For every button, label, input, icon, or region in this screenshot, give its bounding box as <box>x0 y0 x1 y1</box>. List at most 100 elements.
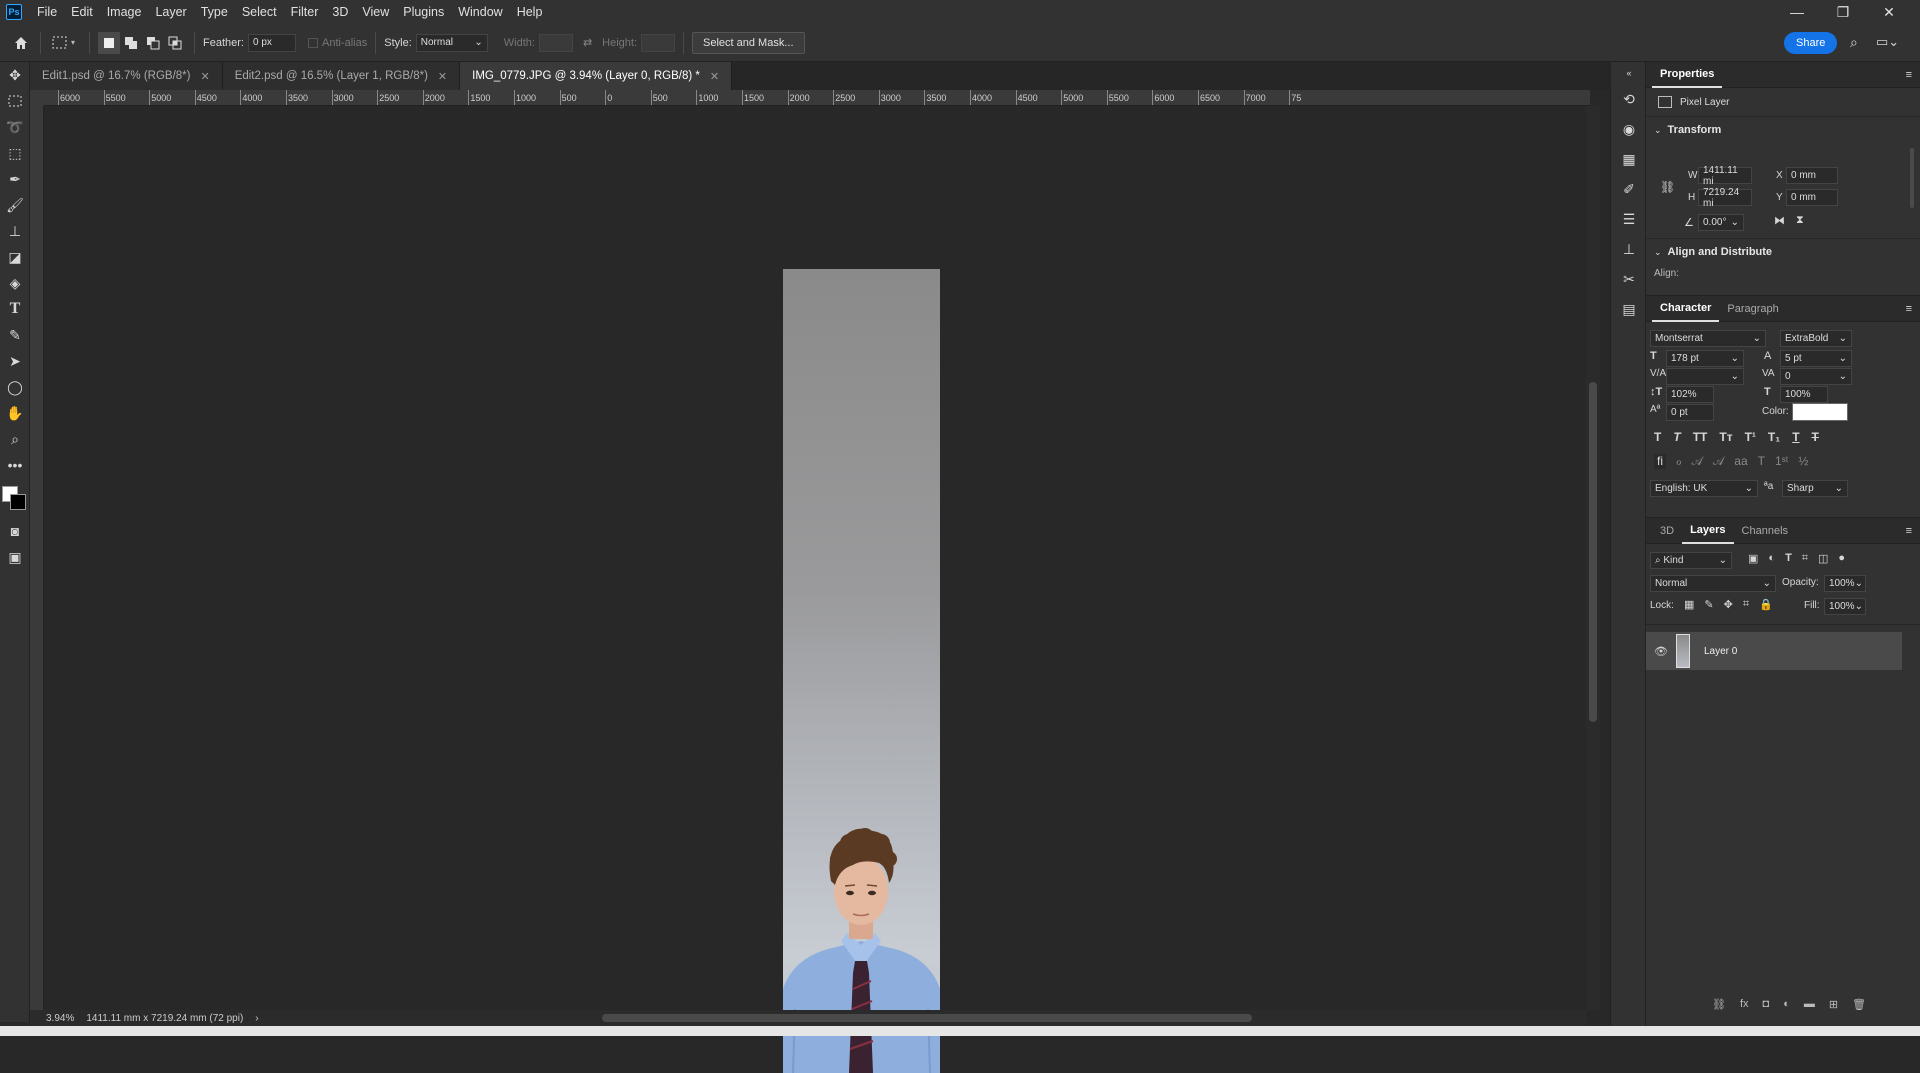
lock-image-icon[interactable]: ✎ <box>1704 598 1713 611</box>
swap-icon[interactable]: ⇄ <box>583 36 592 49</box>
x-field[interactable]: 0 mm <box>1786 167 1838 184</box>
ellipse-tool-icon[interactable]: ◯ <box>0 374 30 400</box>
horizontal-scale-field[interactable]: 100% <box>1780 386 1828 403</box>
libraries-icon[interactable]: ▤ <box>1611 294 1647 324</box>
kerning-field[interactable]: ⌄ <box>1666 368 1744 385</box>
tool-presets-icon[interactable]: ✂ <box>1611 264 1647 294</box>
chevron-down-icon[interactable]: ▾ <box>71 38 75 47</box>
menu-select[interactable]: Select <box>235 0 284 24</box>
menu-image[interactable]: Image <box>100 0 149 24</box>
lasso-tool-icon[interactable]: ➰ <box>0 114 30 140</box>
zoom-level[interactable]: 3.94% <box>46 1013 74 1024</box>
paint-bucket-tool-icon[interactable]: ◈ <box>0 270 30 296</box>
font-size-field[interactable]: 178 pt ⌄ <box>1666 350 1744 367</box>
horizontal-ruler[interactable]: 6000 5500 5000 4500 4000 3500 3000 2500 2000 1500… <box>44 90 1590 106</box>
share-button[interactable]: Share <box>1784 32 1838 54</box>
panel-menu-icon[interactable]: ≡ <box>1906 69 1912 81</box>
filter-smart-object-icon[interactable]: ◫ <box>1818 552 1828 565</box>
feather-input[interactable]: 0 px <box>247 33 296 52</box>
language-select[interactable]: English: UK ⌄ <box>1650 480 1758 497</box>
filter-adjustment-icon[interactable]: ◐ <box>1768 552 1775 565</box>
underline-icon[interactable]: T <box>1792 430 1799 444</box>
lock-all-icon[interactable]: 🔒 <box>1759 598 1773 611</box>
small-caps-icon[interactable]: Tт <box>1719 430 1732 444</box>
menu-filter[interactable]: Filter <box>284 0 326 24</box>
width-input[interactable] <box>538 33 573 52</box>
ordinals-icon[interactable]: 1ˢᵗ <box>1775 454 1788 469</box>
adjustment-layer-icon[interactable]: ◐ <box>1783 998 1790 1011</box>
fractions-icon[interactable]: ½ <box>1798 454 1808 469</box>
object-select-tool-icon[interactable]: ⬚ <box>0 140 30 166</box>
stylistic-alternates-icon[interactable]: 𝒜 <box>1713 454 1724 469</box>
tab-edit1[interactable]: Edit1.psd @ 16.7% (RGB/8*) ✕ <box>30 62 223 90</box>
blend-mode-select[interactable]: Normal ⌄ <box>1650 575 1776 592</box>
close-button[interactable]: ✕ <box>1866 0 1912 24</box>
style-select[interactable]: Normal ⌄ <box>415 33 488 52</box>
menu-file[interactable]: File <box>30 0 64 24</box>
superscript-icon[interactable]: T¹ <box>1745 430 1756 444</box>
baseline-shift-field[interactable]: 0 pt <box>1666 404 1714 421</box>
horizontal-scrollbar[interactable] <box>44 1010 1586 1026</box>
layer-filter-select[interactable]: ⌕ Kind ⌄ <box>1650 552 1732 569</box>
filter-pixel-icon[interactable]: ▣ <box>1748 552 1758 565</box>
document-image[interactable] <box>783 269 940 1073</box>
contextual-alternates-icon[interactable]: T <box>1758 454 1765 469</box>
add-selection-button[interactable] <box>120 32 142 54</box>
font-family-select[interactable]: Montserrat ⌄ <box>1650 330 1766 347</box>
ligatures-icon[interactable]: fi <box>1654 454 1666 469</box>
properties-scrollbar[interactable] <box>1910 148 1914 208</box>
swash-icon[interactable]: 𝒜 <box>1692 454 1703 469</box>
text-color-swatch[interactable] <box>1792 403 1848 421</box>
search-icon[interactable]: ⌕ <box>1850 34 1858 51</box>
menu-help[interactable]: Help <box>510 0 550 24</box>
eye-icon[interactable]: 👁 <box>1654 645 1668 658</box>
panel-menu-icon[interactable]: ≡ <box>1906 303 1912 315</box>
titling-alternates-icon[interactable]: aa <box>1734 454 1747 469</box>
horizontal-scroll-thumb[interactable] <box>602 1014 1252 1022</box>
marquee-preset-button[interactable] <box>49 32 71 54</box>
brush-tool-icon[interactable]: 🖌 <box>0 192 30 218</box>
menu-layer[interactable]: Layer <box>148 0 193 24</box>
vertical-scroll-thumb[interactable] <box>1589 382 1597 722</box>
vertical-ruler[interactable] <box>30 106 44 1016</box>
width-field[interactable]: 1411.11 mi <box>1698 165 1752 187</box>
vertical-scale-field[interactable]: 102% <box>1666 386 1714 403</box>
y-field[interactable]: 0 mm <box>1786 189 1838 206</box>
lock-artboard-icon[interactable]: ⌗ <box>1743 598 1749 611</box>
menu-plugins[interactable]: Plugins <box>396 0 451 24</box>
old-style-icon[interactable]: ℴ <box>1676 454 1682 469</box>
minimize-button[interactable]: — <box>1774 0 1820 24</box>
layer-row[interactable]: 👁 Layer 0 <box>1646 632 1902 670</box>
eyedropper-tool-icon[interactable]: ✒ <box>0 166 30 192</box>
delete-layer-icon[interactable]: 🗑 <box>1852 998 1866 1011</box>
flip-horizontal-icon[interactable]: ⧓ <box>1774 214 1785 227</box>
faux-bold-icon[interactable]: T <box>1654 430 1661 444</box>
home-button[interactable] <box>10 32 32 54</box>
workspace-icon[interactable]: ▭⌄ <box>1876 34 1899 50</box>
tab-edit2[interactable]: Edit2.psd @ 16.5% (Layer 1, RGB/8*) ✕ <box>222 62 461 90</box>
lock-position-icon[interactable]: ✥ <box>1724 598 1733 611</box>
select-and-mask-button[interactable]: Select and Mask... <box>692 31 805 54</box>
brush-settings-icon[interactable]: ✐ <box>1611 174 1647 204</box>
background-color-swatch[interactable] <box>10 494 26 510</box>
filter-shape-icon[interactable]: ⌗ <box>1802 552 1808 565</box>
subtract-selection-button[interactable] <box>142 32 164 54</box>
link-layers-icon[interactable]: ⛓ <box>1712 998 1726 1011</box>
align-section[interactable]: ⌄ Align and Distribute <box>1654 246 1772 258</box>
menu-type[interactable]: Type <box>194 0 235 24</box>
tracking-field[interactable]: 0 ⌄ <box>1780 368 1852 385</box>
chevron-right-icon[interactable]: › <box>255 1013 258 1024</box>
panel-menu-icon[interactable]: ≡ <box>1906 525 1912 537</box>
close-icon[interactable]: ✕ <box>710 70 719 83</box>
fill-field[interactable]: 100% ⌄ <box>1824 598 1866 615</box>
zoom-tool-icon[interactable]: ⌕ <box>0 426 30 452</box>
adjustments-icon[interactable]: ☰ <box>1611 204 1647 234</box>
hand-tool-icon[interactable]: ✋ <box>0 400 30 426</box>
height-field[interactable]: 7219.24 mi <box>1698 187 1752 209</box>
type-tool-icon[interactable]: T <box>0 296 30 322</box>
new-selection-button[interactable] <box>98 31 121 54</box>
menu-edit[interactable]: Edit <box>64 0 100 24</box>
tab-img-0779[interactable]: IMG_0779.JPG @ 3.94% (Layer 0, RGB/8) * ✕ <box>460 62 733 90</box>
3d-icon[interactable]: ◉ <box>1611 114 1647 144</box>
faux-italic-icon[interactable]: T <box>1673 430 1680 444</box>
